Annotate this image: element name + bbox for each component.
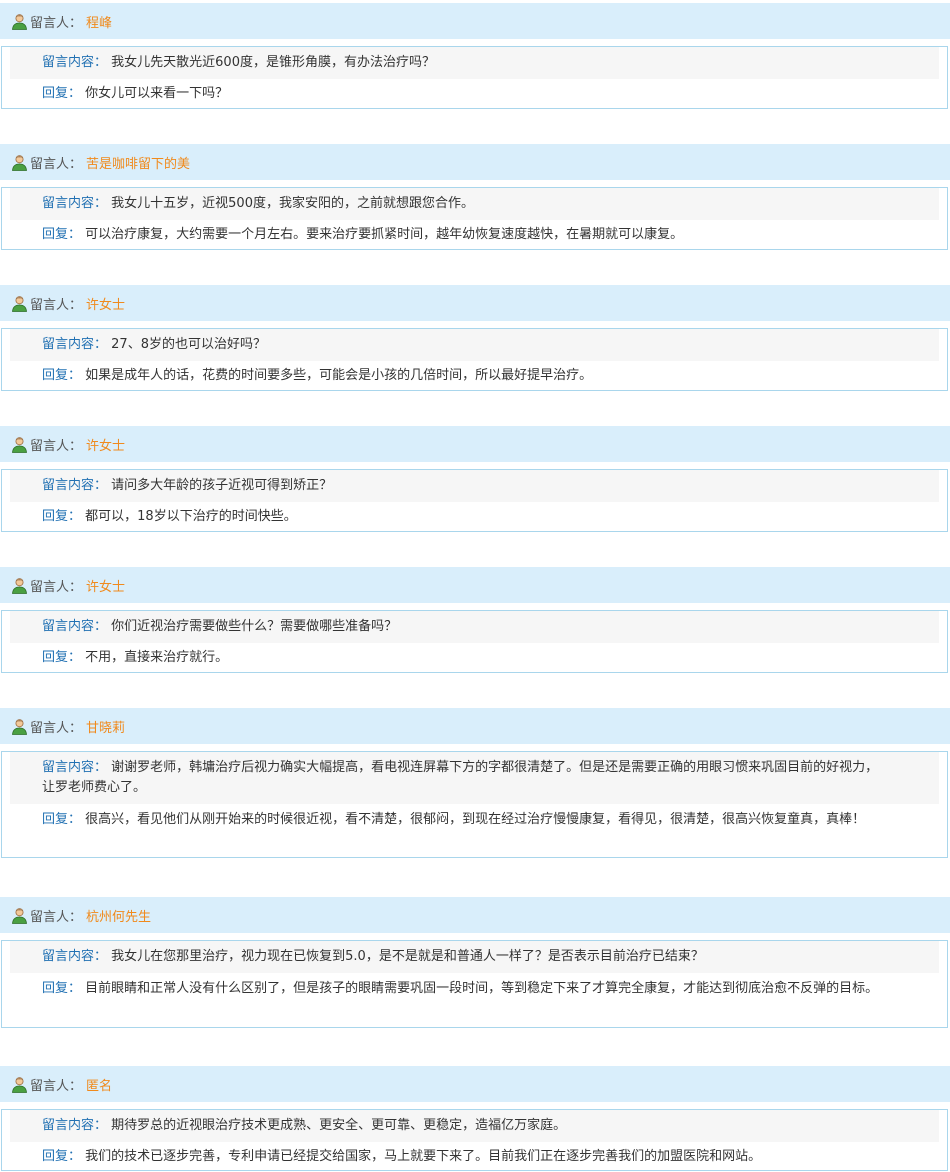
question-label: 留言内容：	[42, 196, 108, 211]
user-avatar-icon	[11, 295, 28, 312]
reply-text: 目前眼睛和正常人没有什么区别了，但是孩子的眼睛需要巩固一段时间，等到稳定下来了才…	[85, 981, 879, 996]
author-name: 许女士	[86, 438, 126, 454]
question-label: 留言内容：	[42, 55, 108, 70]
author-name: 程峰	[86, 15, 113, 31]
question-text: 我女儿十五岁，近视500度，我家安阳的，之前就想跟您合作。	[111, 196, 474, 211]
reply-label: 回复：	[42, 86, 82, 101]
message-header: 留言人： 杭州何先生	[0, 897, 950, 933]
user-avatar-icon	[11, 907, 28, 924]
author-name: 许女士	[86, 297, 126, 313]
reply-text: 都可以，18岁以下治疗的时间快些。	[85, 509, 297, 524]
question-text: 请问多大年龄的孩子近视可得到矫正？	[111, 478, 333, 493]
reply-label: 回复：	[42, 812, 82, 827]
question-text: 你们近视治疗需要做些什么？需要做哪些准备吗？	[111, 619, 398, 634]
question-text: 谢谢罗老师，韩墉治疗后视力确实大幅提高，看电视连屏幕下方的字都很清楚了。但是还是…	[42, 760, 879, 795]
reply-label: 回复：	[42, 509, 82, 524]
author-label: 留言人：	[30, 438, 83, 454]
question-row: 留言内容： 我女儿在您那里治疗，视力现在已恢复到5.0，是不是就是和普通人一样了…	[10, 941, 939, 973]
reply-text: 如果是成年人的话，花费的时间要多些，可能会是小孩的几倍时间，所以最好提早治疗。	[85, 368, 593, 383]
reply-row: 回复： 如果是成年人的话，花费的时间要多些，可能会是小孩的几倍时间，所以最好提早…	[10, 361, 939, 391]
user-avatar-icon	[11, 718, 28, 735]
author-name: 杭州何先生	[86, 909, 152, 925]
user-avatar-icon	[11, 13, 28, 30]
message-body: 留言内容： 谢谢罗老师，韩墉治疗后视力确实大幅提高，看电视连屏幕下方的字都很清楚…	[1, 751, 948, 858]
question-text: 我女儿先天散光近600度，是锥形角膜，有办法治疗吗？	[111, 55, 435, 70]
author-label: 留言人：	[30, 909, 83, 925]
question-row: 留言内容： 请问多大年龄的孩子近视可得到矫正？	[10, 470, 939, 502]
message-header: 留言人： 许女士	[0, 567, 950, 603]
reply-text: 不用，直接来治疗就行。	[85, 650, 229, 665]
reply-label: 回复：	[42, 1149, 82, 1164]
reply-label: 回复：	[42, 650, 82, 665]
user-avatar-icon	[11, 577, 28, 594]
author-name: 匿名	[86, 1078, 113, 1094]
message-header: 留言人： 程峰	[0, 3, 950, 39]
reply-row: 回复： 很高兴，看见他们从刚开始来的时候很近视，看不清楚，很郁闷，到现在经过治疗…	[10, 804, 939, 836]
reply-text: 很高兴，看见他们从刚开始来的时候很近视，看不清楚，很郁闷，到现在经过治疗慢慢康复…	[85, 812, 866, 827]
reply-label: 回复：	[42, 981, 82, 996]
reply-row: 回复： 都可以，18岁以下治疗的时间快些。	[10, 502, 939, 532]
message-body: 留言内容： 我女儿在您那里治疗，视力现在已恢复到5.0，是不是就是和普通人一样了…	[1, 940, 948, 1028]
question-row: 留言内容： 谢谢罗老师，韩墉治疗后视力确实大幅提高，看电视连屏幕下方的字都很清楚…	[10, 752, 939, 804]
author-name: 许女士	[86, 579, 126, 595]
message-body: 留言内容： 请问多大年龄的孩子近视可得到矫正？ 回复： 都可以，18岁以下治疗的…	[1, 469, 948, 532]
reply-text: 可以治疗康复，大约需要一个月左右。要来治疗要抓紧时间，越年幼恢复速度越快，在暑期…	[85, 227, 684, 242]
reply-row: 回复： 可以治疗康复，大约需要一个月左右。要来治疗要抓紧时间，越年幼恢复速度越快…	[10, 220, 939, 250]
message-body: 留言内容： 期待罗总的近视眼治疗技术更成熟、更安全、更可靠、更稳定，造福亿万家庭…	[1, 1109, 948, 1171]
reply-label: 回复：	[42, 368, 82, 383]
question-label: 留言内容：	[42, 337, 108, 352]
question-label: 留言内容：	[42, 949, 108, 964]
message-header: 留言人： 匿名	[0, 1066, 950, 1102]
message-header: 留言人： 许女士	[0, 285, 950, 321]
question-label: 留言内容：	[42, 478, 108, 493]
question-row: 留言内容： 我女儿先天散光近600度，是锥形角膜，有办法治疗吗？	[10, 47, 939, 79]
message-header: 留言人： 苦是咖啡留下的美	[0, 144, 950, 180]
reply-text: 你女儿可以来看一下吗？	[85, 86, 229, 101]
user-avatar-icon	[11, 154, 28, 171]
message-header: 留言人： 许女士	[0, 426, 950, 462]
question-row: 留言内容： 你们近视治疗需要做些什么？需要做哪些准备吗？	[10, 611, 939, 643]
author-label: 留言人：	[30, 297, 83, 313]
question-text: 我女儿在您那里治疗，视力现在已恢复到5.0，是不是就是和普通人一样了？是否表示目…	[111, 949, 704, 964]
author-name: 苦是咖啡留下的美	[86, 156, 191, 172]
question-row: 留言内容： 我女儿十五岁，近视500度，我家安阳的，之前就想跟您合作。	[10, 188, 939, 220]
author-label: 留言人：	[30, 579, 83, 595]
reply-text: 我们的技术已逐步完善，专利申请已经提交给国家，马上就要下来了。目前我们正在逐步完…	[85, 1149, 762, 1164]
message-body: 留言内容： 我女儿十五岁，近视500度，我家安阳的，之前就想跟您合作。 回复： …	[1, 187, 948, 250]
reply-row: 回复： 不用，直接来治疗就行。	[10, 643, 939, 673]
reply-row: 回复： 你女儿可以来看一下吗？	[10, 79, 939, 109]
reply-row: 回复： 目前眼睛和正常人没有什么区别了，但是孩子的眼睛需要巩固一段时间，等到稳定…	[10, 973, 939, 1005]
reply-row: 回复： 我们的技术已逐步完善，专利申请已经提交给国家，马上就要下来了。目前我们正…	[10, 1142, 939, 1172]
message-body: 留言内容： 你们近视治疗需要做些什么？需要做哪些准备吗？ 回复： 不用，直接来治…	[1, 610, 948, 673]
user-avatar-icon	[11, 436, 28, 453]
question-text: 27、8岁的也可以治好吗？	[111, 337, 266, 352]
question-text: 期待罗总的近视眼治疗技术更成熟、更安全、更可靠、更稳定，造福亿万家庭。	[111, 1118, 567, 1133]
message-header: 留言人： 甘晓莉	[0, 708, 950, 744]
question-row: 留言内容： 27、8岁的也可以治好吗？	[10, 329, 939, 361]
reply-label: 回复：	[42, 227, 82, 242]
message-body: 留言内容： 27、8岁的也可以治好吗？ 回复： 如果是成年人的话，花费的时间要多…	[1, 328, 948, 391]
question-row: 留言内容： 期待罗总的近视眼治疗技术更成熟、更安全、更可靠、更稳定，造福亿万家庭…	[10, 1110, 939, 1142]
author-label: 留言人：	[30, 156, 83, 172]
author-label: 留言人：	[30, 15, 83, 31]
question-label: 留言内容：	[42, 619, 108, 634]
author-name: 甘晓莉	[86, 720, 126, 736]
question-label: 留言内容：	[42, 760, 108, 775]
user-avatar-icon	[11, 1076, 28, 1093]
author-label: 留言人：	[30, 720, 83, 736]
question-label: 留言内容：	[42, 1118, 108, 1133]
author-label: 留言人：	[30, 1078, 83, 1094]
message-body: 留言内容： 我女儿先天散光近600度，是锥形角膜，有办法治疗吗？ 回复： 你女儿…	[1, 46, 948, 109]
